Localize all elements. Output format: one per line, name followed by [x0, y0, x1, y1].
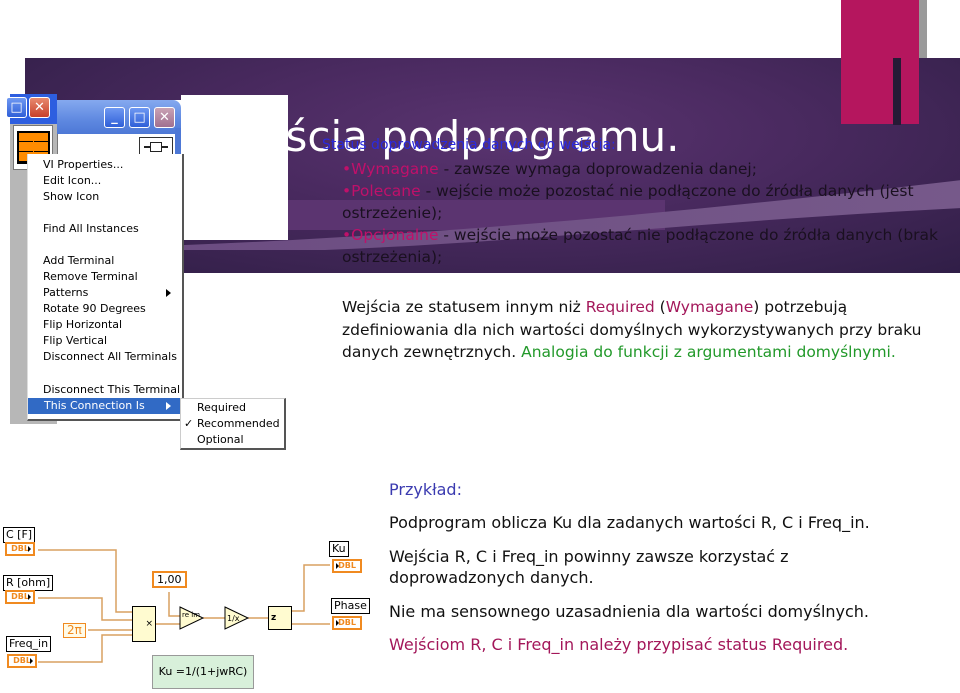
- example-line: Nie ma sensownego uzasadnienia dla warto…: [389, 602, 870, 621]
- menu-item-patterns[interactable]: Patterns: [43, 285, 183, 301]
- menu-item-vi-properties[interactable]: VI Properties...: [43, 157, 123, 173]
- checkmark-icon: ✓: [184, 417, 194, 430]
- close-button[interactable]: ✕: [154, 107, 175, 128]
- para-analogy: Analogia do funkcji z argumentami domyśl…: [521, 343, 896, 361]
- input-label-c: C [F]: [3, 527, 36, 543]
- maximize-button[interactable]: □: [6, 97, 27, 118]
- menu-item-show-icon[interactable]: Show Icon: [43, 189, 99, 205]
- example-conclusion: Wejściom R, C i Freq_in należy przypisać…: [389, 635, 849, 654]
- example-line: doprowadzonych danych.: [389, 568, 594, 587]
- menu-item-add-terminal[interactable]: Add Terminal: [43, 253, 114, 269]
- bullet-keyword: •Wymagane: [342, 160, 439, 178]
- menu-item-edit-icon[interactable]: Edit Icon...: [43, 173, 101, 189]
- submenu-item-recommended[interactable]: ✓ Recommended: [184, 416, 280, 432]
- input-label-r: R [ohm]: [3, 575, 54, 591]
- output-indicator-phase[interactable]: DBL: [332, 616, 362, 630]
- menu-item-remove-terminal[interactable]: Remove Terminal: [43, 269, 138, 285]
- close-button[interactable]: ✕: [29, 97, 50, 118]
- re-im-label: re im: [182, 611, 200, 619]
- bullet-optional: •Opcjonalne - wejście może pozostać nie …: [342, 224, 952, 268]
- bullet-text: - wejście może pozostać nie podłączone d…: [342, 182, 914, 222]
- menu-separator: [30, 373, 182, 374]
- menu-item-disconnect-this[interactable]: Disconnect This Terminal: [43, 382, 180, 398]
- context-menu: VI Properties... Edit Icon... Show Icon …: [27, 154, 184, 421]
- back-window-titlebar: □ ✕: [6, 94, 57, 124]
- reciprocal-label: 1/x: [227, 614, 240, 623]
- bullet-required: •Wymagane - zawsze wymaga doprowadzenia …: [342, 158, 952, 180]
- para-required: Required: [585, 298, 655, 316]
- explanation-paragraph: Wejścia ze statusem innym niż Required (…: [342, 296, 957, 364]
- input-terminal-r[interactable]: DBL: [5, 590, 35, 604]
- connection-submenu: Required ✓ Recommended Optional: [180, 398, 286, 450]
- slide-subtitle: Status doprowadzenia danych do wejścia:: [322, 137, 616, 153]
- minimize-icon: _: [111, 110, 118, 125]
- output-label-phase: Phase: [331, 598, 370, 614]
- example-heading: Przykład:: [389, 480, 462, 499]
- menu-item-flip-vertical[interactable]: Flip Vertical: [43, 333, 107, 349]
- menu-item-flip-horizontal[interactable]: Flip Horizontal: [43, 317, 122, 333]
- minimize-button[interactable]: _: [104, 107, 125, 128]
- block-diagram: re im 1/x C [F] DBL R [ohm] DBL Freq_in …: [0, 500, 380, 693]
- example-line: Wejścia R, C i Freq_in powinny zawsze ko…: [389, 547, 789, 566]
- bullet-recommended: •Polecane - wejście może pozostać nie po…: [342, 180, 952, 224]
- menu-item-label: Patterns: [43, 286, 89, 299]
- input-terminal-freq[interactable]: DBL: [7, 654, 37, 668]
- output-indicator-ku[interactable]: DBL: [332, 559, 362, 573]
- input-terminal-c[interactable]: DBL: [5, 542, 35, 556]
- formula-comment: Ku =1/(1+jwRC): [152, 655, 254, 689]
- polar-node[interactable]: z: [268, 606, 292, 630]
- menu-separator: [30, 210, 182, 211]
- bullet-keyword: •Polecane: [342, 182, 421, 200]
- maximize-icon: □: [133, 110, 146, 125]
- bullet-text: - zawsze wymaga doprowadzenia danej;: [438, 160, 757, 178]
- multiply-icon: ×: [145, 619, 153, 629]
- window-toolbar-area: [59, 134, 139, 156]
- wire-freq: [38, 634, 132, 663]
- menu-item-find-all-instances[interactable]: Find All Instances: [43, 221, 139, 237]
- maximize-button[interactable]: □: [129, 107, 150, 128]
- para-wymagane: Wymagane: [665, 298, 754, 316]
- menu-separator: [30, 242, 182, 243]
- constant-two-pi[interactable]: 2π: [63, 623, 86, 638]
- bullet-keyword: •Opcjonalne: [342, 226, 439, 244]
- menu-item-disconnect-all[interactable]: Disconnect All Terminals: [43, 349, 177, 365]
- example-line: Podprogram oblicza Ku dla zadanych warto…: [389, 513, 870, 532]
- wire-one: [168, 592, 180, 617]
- constant-one[interactable]: 1,00: [152, 571, 187, 588]
- submenu-arrow-icon: [166, 289, 171, 297]
- accent-rectangle: [841, 0, 919, 124]
- compound-multiply-node[interactable]: ×: [132, 606, 156, 642]
- submenu-item-optional[interactable]: Optional: [197, 432, 244, 448]
- maximize-icon: □: [10, 100, 23, 115]
- submenu-arrow-icon: [166, 402, 171, 410]
- status-bullet-list: •Wymagane - zawsze wymaga doprowadzenia …: [342, 158, 952, 268]
- wire-ku: [292, 564, 330, 612]
- menu-item-this-connection-is[interactable]: This Connection Is: [28, 398, 183, 414]
- para-text: (: [654, 298, 666, 316]
- para-text: Wejścia ze statusem innym niż: [342, 298, 586, 316]
- input-label-freq: Freq_in: [6, 636, 52, 652]
- close-icon: ✕: [159, 110, 170, 125]
- accent-shadow-dark: [893, 58, 901, 125]
- close-icon: ✕: [34, 100, 45, 115]
- wire-r: [38, 597, 132, 621]
- submenu-item-required[interactable]: Required: [197, 400, 246, 416]
- output-label-ku: Ku: [329, 541, 349, 557]
- front-window-titlebar: _ □ ✕: [57, 100, 181, 134]
- menu-item-rotate-90[interactable]: Rotate 90 Degrees: [43, 301, 146, 317]
- menu-item-label: This Connection Is: [44, 399, 145, 412]
- submenu-item-label: Recommended: [197, 417, 280, 430]
